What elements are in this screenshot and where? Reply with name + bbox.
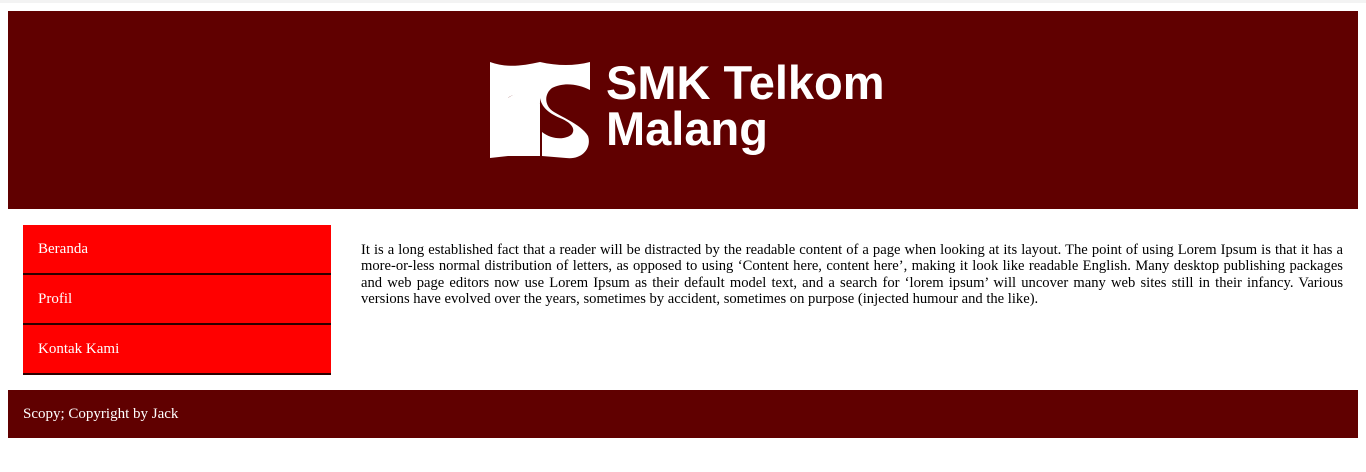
sidebar-item-beranda[interactable]: Beranda: [23, 225, 331, 275]
site-header: SMK Telkom Malang: [8, 11, 1358, 209]
sidebar-item-kontak-kami[interactable]: Kontak Kami: [23, 325, 331, 375]
main-paragraph: It is a long established fact that a rea…: [361, 242, 1343, 308]
sidebar-nav: Beranda Profil Kontak Kami: [23, 225, 331, 375]
site-footer: Scopy; Copyright by Jack: [8, 390, 1358, 438]
sidebar-item-profil[interactable]: Profil: [23, 275, 331, 325]
site-title-line1: SMK Telkom: [606, 56, 885, 109]
site-title-line2: Malang: [606, 102, 768, 155]
site-title: SMK Telkom Malang: [606, 56, 885, 155]
brand[interactable]: SMK Telkom Malang: [482, 56, 902, 170]
page: SMK Telkom Malang Beranda Profil Kontak …: [0, 0, 1366, 472]
top-strip: [0, 0, 1366, 3]
telkom-ts-logo-icon: [490, 62, 590, 159]
footer-copyright: Scopy; Copyright by Jack: [23, 406, 179, 422]
